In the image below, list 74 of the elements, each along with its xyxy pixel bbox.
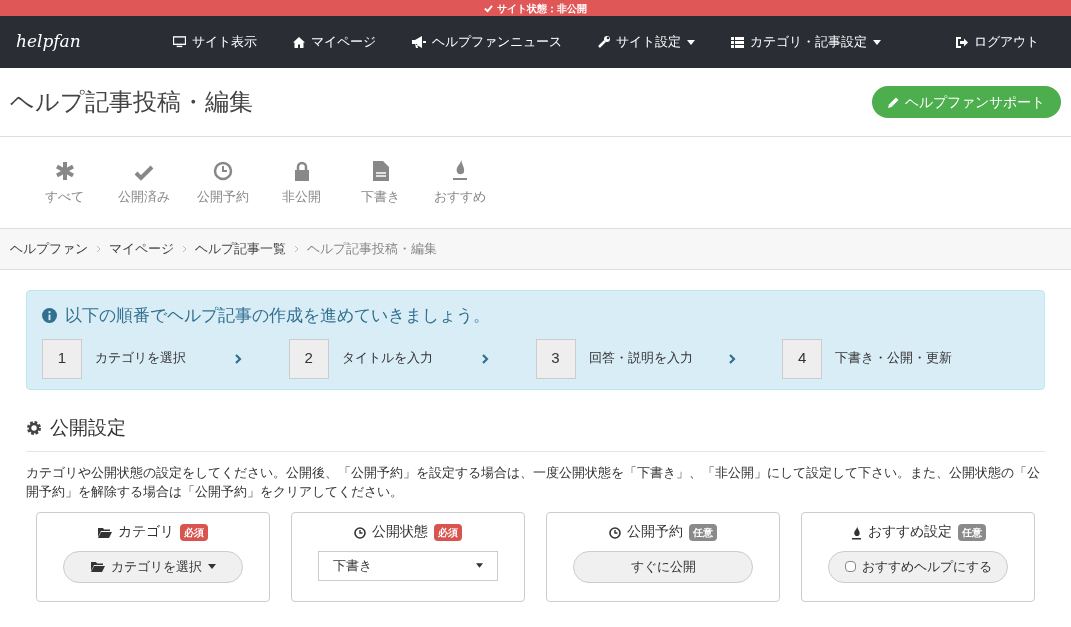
megaphone-icon	[412, 36, 426, 48]
chevron-icon	[235, 353, 242, 364]
breadcrumb-link[interactable]: ヘルプ記事一覧	[195, 239, 286, 259]
breadcrumb-current: ヘルプ記事投稿・編集	[307, 240, 437, 259]
site-status-text: サイト状態：非公開	[497, 1, 587, 16]
section-description: カテゴリや公開状態の設定をしてください。公開後、「公開予約」を設定する場合は、一度公開状態を「下書き」、「非公開」にして設定して下さい。また、公開状態の「公開予約」を解除する場合は「公開予約」をクリアしてください。	[26, 464, 1041, 501]
nav-link[interactable]: ヘルプファンニュース	[412, 32, 562, 52]
nav-link[interactable]: サイト設定	[598, 32, 695, 52]
chevron-icon	[481, 353, 489, 364]
check-icon	[484, 3, 493, 13]
card-title: 公開状態	[372, 523, 428, 542]
wrench-icon	[598, 36, 610, 48]
section-title: 公開設定	[50, 416, 126, 440]
folder-icon	[98, 527, 112, 538]
clock-icon	[609, 526, 621, 539]
chevron-icon	[294, 245, 299, 253]
breadcrumb-link[interactable]: ヘルプファン	[10, 239, 88, 259]
recommend-checkbox[interactable]: おすすめヘルプにする	[828, 550, 1008, 583]
gear-icon	[26, 420, 42, 437]
clock-icon	[212, 160, 233, 181]
caret-icon	[476, 563, 483, 568]
asterisk-icon	[54, 160, 75, 181]
required-badge: 必須	[434, 524, 462, 541]
document-icon	[372, 160, 389, 181]
breadcrumb-link[interactable]: マイページ	[109, 239, 174, 259]
flame-icon	[451, 158, 468, 181]
filter-tab[interactable]: おすすめ	[420, 158, 499, 207]
step-label: 下書き・公開・更新	[835, 350, 954, 368]
optional-badge: 任意	[957, 524, 986, 541]
step-label: タイトルを入力	[341, 350, 434, 368]
guide-title: 以下の順番でヘルプ記事の作成を進めていきましょう。	[65, 305, 490, 327]
filter-tab[interactable]: 公開済み	[104, 158, 183, 207]
chevron-icon	[728, 353, 736, 364]
clock-icon	[354, 526, 366, 539]
info-icon	[42, 308, 57, 324]
step-label: 回答・説明を入力	[588, 350, 694, 368]
publish-now-button[interactable]: すぐに公開	[573, 550, 753, 583]
card-title: 公開予約	[627, 523, 683, 542]
step-number: 2	[288, 338, 329, 379]
filter-tab[interactable]: 非公開	[262, 158, 341, 207]
step-number: 1	[42, 338, 82, 379]
optional-badge: 任意	[689, 524, 717, 541]
flame-icon	[850, 525, 862, 540]
filter-tab[interactable]: すべて	[25, 158, 104, 207]
required-badge: 必須	[180, 524, 208, 541]
folder-icon	[90, 561, 105, 572]
card-title: おすすめ設定	[867, 523, 952, 542]
chevron-icon	[96, 245, 101, 253]
caret-icon	[873, 39, 881, 45]
sign-out-icon	[956, 36, 968, 48]
nav-link[interactable]: カテゴリ・記事設定	[731, 32, 881, 52]
monitor-icon	[173, 36, 186, 48]
list-icon	[731, 36, 744, 48]
step-number: 4	[782, 338, 823, 379]
logout-link[interactable]: ログアウト	[956, 32, 1039, 52]
category-dropdown[interactable]: カテゴリを選択	[63, 550, 243, 583]
caret-icon	[687, 39, 695, 45]
pencil-icon	[888, 96, 899, 108]
nav-link[interactable]: マイページ	[293, 32, 376, 52]
check-icon	[133, 163, 154, 181]
home-icon	[293, 36, 305, 48]
chevron-icon	[182, 245, 187, 253]
filter-tab[interactable]: 公開予約	[183, 158, 262, 207]
status-select[interactable]: 下書き	[318, 550, 498, 581]
lock-icon	[293, 160, 310, 181]
page-title: ヘルプ記事投稿・編集	[10, 87, 253, 117]
helpfan-logo[interactable]: helpfan	[16, 29, 116, 55]
filter-tab[interactable]: 下書き	[341, 158, 420, 207]
caret-icon	[207, 564, 216, 569]
nav-link[interactable]: サイト表示	[173, 32, 257, 52]
checkbox-icon	[844, 561, 856, 572]
step-number: 3	[535, 338, 576, 379]
step-label: カテゴリを選択	[95, 350, 187, 368]
card-title: カテゴリ	[118, 523, 174, 542]
